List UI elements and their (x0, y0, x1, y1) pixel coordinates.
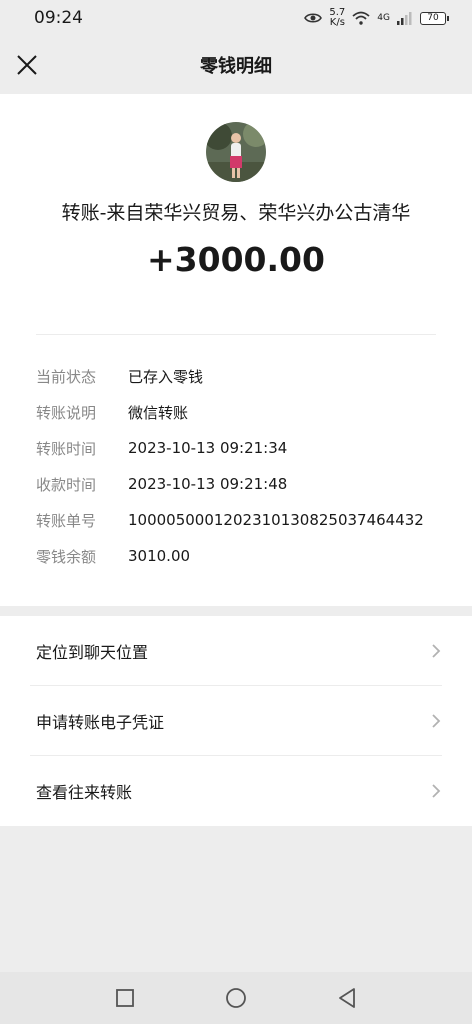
detail-label: 转账单号 (36, 511, 97, 530)
detail-label: 转账时间 (36, 439, 97, 458)
detail-label: 收款时间 (36, 475, 97, 494)
action-label: 查看往来转账 (36, 783, 133, 802)
divider (36, 334, 436, 335)
chevron-right-icon (432, 784, 441, 798)
eye-icon (304, 13, 323, 23)
chevron-right-icon (432, 713, 441, 728)
status-bar: 09:24 5.7 K/s 4G 70 (0, 0, 472, 36)
net-speed: 5.7 K/s (329, 8, 345, 28)
detail-label: 当前状态 (36, 367, 97, 386)
nav-bar: 零钱明细 (0, 36, 472, 94)
detail-row-transaction-id: 转账单号 1000050001202310130825037464432 (36, 502, 446, 538)
detail-row-receive-time: 收款时间 2023-10-13 09:21:48 (36, 466, 446, 502)
status-time: 09:24 (34, 8, 83, 28)
view-transfers-button[interactable]: 查看往来转账 (30, 756, 442, 826)
detail-value: 2023-10-13 09:21:48 (128, 475, 288, 493)
close-icon[interactable] (12, 50, 42, 80)
transfer-source: 转账-来自荣华兴贸易、荣华兴办公古清华 (61, 202, 411, 224)
transfer-summary-card: 转账-来自荣华兴贸易、荣华兴办公古清华 +3000.00 当前状态 已存入零钱 … (0, 94, 472, 606)
detail-row-balance: 零钱余额 3010.00 (36, 538, 446, 574)
detail-value: 微信转账 (128, 403, 189, 422)
detail-value: 3010.00 (128, 547, 191, 565)
network-type: 4G (377, 13, 390, 23)
signal-icon (397, 11, 412, 25)
request-receipt-button[interactable]: 申请转账电子凭证 (30, 686, 442, 756)
detail-row-transfer-time: 转账时间 2023-10-13 09:21:34 (36, 430, 446, 466)
page-title: 零钱明细 (200, 56, 272, 77)
chevron-right-icon (432, 643, 441, 658)
detail-value: 1000050001202310130825037464432 (128, 511, 424, 529)
net-speed-unit: K/s (329, 17, 345, 28)
detail-value: 已存入零钱 (128, 367, 204, 386)
action-label: 定位到聊天位置 (36, 642, 149, 662)
battery-level: 70 (427, 13, 439, 23)
status-icons: 5.7 K/s 4G 70 (304, 8, 449, 28)
detail-label: 零钱余额 (36, 547, 97, 566)
back-icon[interactable] (334, 985, 360, 1011)
system-nav-bar (0, 972, 472, 1024)
battery-icon: 70 (420, 11, 449, 25)
actions-card: 定位到聊天位置 申请转账电子凭证 查看往来转账 (0, 616, 472, 826)
wifi-icon (352, 11, 370, 25)
detail-row-note: 转账说明 微信转账 (36, 394, 446, 430)
transfer-amount: +3000.00 (147, 240, 325, 279)
detail-value: 2023-10-13 09:21:34 (128, 439, 288, 457)
recents-icon[interactable] (112, 985, 138, 1011)
detail-list: 当前状态 已存入零钱 转账说明 微信转账 转账时间 2023-10-13 09:… (36, 358, 446, 574)
detail-label: 转账说明 (36, 403, 97, 422)
home-icon[interactable] (223, 985, 249, 1011)
avatar (206, 122, 266, 182)
action-label: 申请转账电子凭证 (36, 712, 165, 732)
locate-chat-button[interactable]: 定位到聊天位置 (30, 616, 442, 686)
detail-row-status: 当前状态 已存入零钱 (36, 358, 446, 394)
